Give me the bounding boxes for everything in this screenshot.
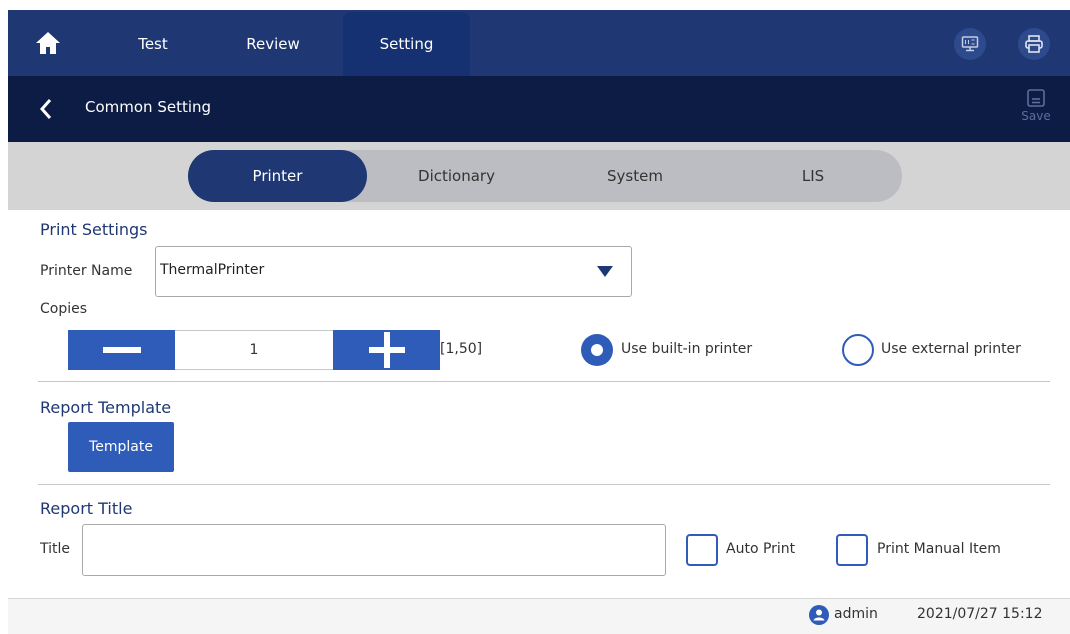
segment-system[interactable]: System [546,150,724,202]
sub-header: Common Setting Save [8,76,1070,142]
minus-icon [102,347,141,353]
save-label: Save [1021,109,1051,123]
copies-decrement-button[interactable] [68,330,175,370]
print-manual-item-checkbox[interactable] [836,534,868,566]
segment-lis[interactable]: LIS [724,150,902,202]
tab-test[interactable]: Test [108,12,198,76]
segment-dictionary[interactable]: Dictionary [367,150,546,202]
printer-name-value: ThermalPrinter [160,262,265,278]
title-label: Title [40,541,71,557]
segmented-control: Printer Dictionary System LIS [188,150,902,202]
copies-input[interactable]: 1 [175,330,333,370]
home-button[interactable] [28,26,68,60]
app-window: Test Review Setting Common Setting Save … [8,10,1070,634]
title-input[interactable] [82,524,666,576]
user-icon [809,605,829,625]
print-manual-item-label[interactable]: Print Manual Item [877,541,1001,557]
external-printer-label[interactable]: Use external printer [881,341,1021,357]
tab-review-label: Review [246,35,300,53]
builtin-printer-label[interactable]: Use built-in printer [621,341,752,357]
report-title-heading: Report Title [40,499,133,518]
back-button[interactable] [34,96,58,122]
segment-printer[interactable]: Printer [188,150,367,202]
printer-name-select[interactable]: ThermalPrinter [155,246,632,297]
top-nav-bar: Test Review Setting [8,10,1070,76]
tab-setting[interactable]: Setting [343,12,470,76]
tab-test-label: Test [138,35,168,53]
copies-label: Copies [40,301,88,317]
builtin-printer-radio[interactable] [581,334,613,366]
template-button[interactable]: Template [68,422,174,472]
printer-name-label: Printer Name [40,263,133,279]
tab-setting-label: Setting [379,35,434,53]
page-title: Common Setting [85,98,212,116]
status-datetime: 2021/07/27 15:12 [917,606,1043,622]
auto-print-label[interactable]: Auto Print [726,541,795,557]
category-tabs-bar: Printer Dictionary System LIS [8,142,1070,210]
divider [38,484,1050,485]
plus-icon [368,332,405,368]
lis-button[interactable] [954,28,986,60]
save-icon [1027,89,1045,107]
print-button[interactable] [1018,28,1050,60]
copies-increment-button[interactable] [333,330,440,370]
report-template-heading: Report Template [40,398,172,417]
home-icon [36,32,60,54]
save-button[interactable]: Save [1014,88,1058,132]
external-printer-radio[interactable] [842,334,874,366]
copies-range: [1,50] [440,341,483,357]
chevron-left-icon [39,99,52,119]
tab-review[interactable]: Review [218,12,328,76]
lis-monitor-icon [961,36,979,52]
print-settings-heading: Print Settings [40,220,148,239]
caret-down-icon [597,266,613,277]
auto-print-checkbox[interactable] [686,534,718,566]
printer-icon [1025,35,1043,53]
current-user: admin [834,606,878,622]
divider [38,381,1050,382]
settings-panel: Print Settings Printer Name ThermalPrint… [8,210,1070,598]
status-bar: admin 2021/07/27 15:12 [8,598,1070,634]
